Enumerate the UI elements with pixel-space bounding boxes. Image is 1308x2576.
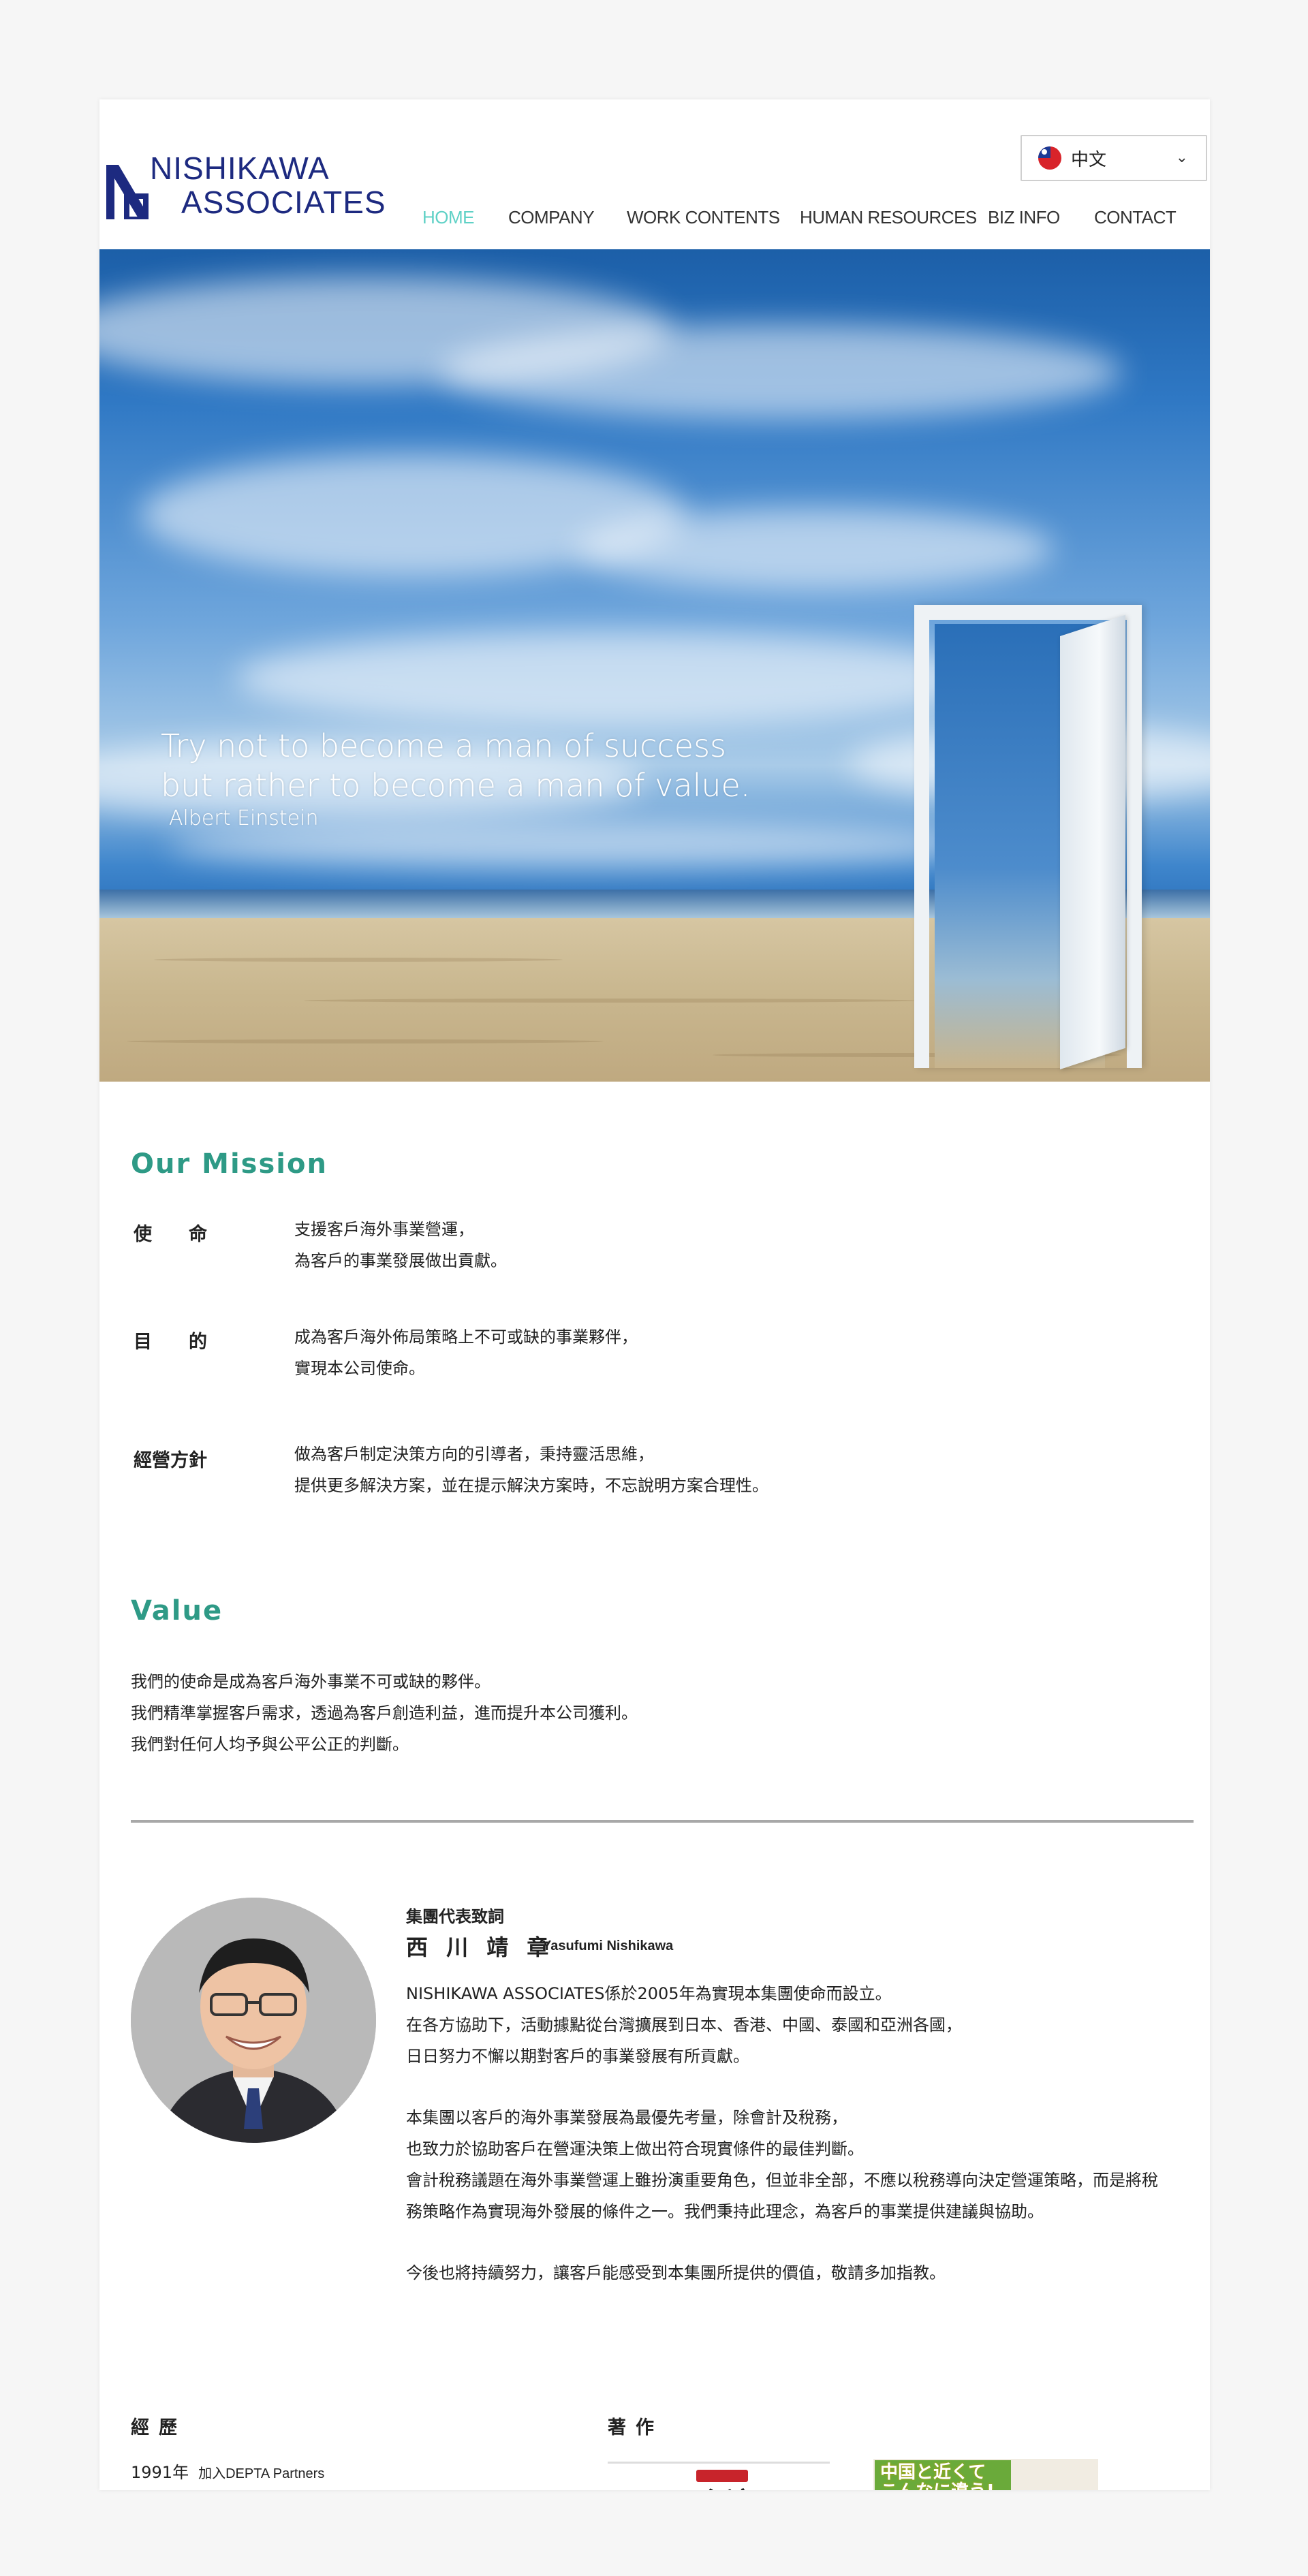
nav-home[interactable]: HOME — [422, 207, 475, 228]
message-line: 日日努力不懈以期對客戶的事業發展有所貢獻。 — [406, 2047, 749, 2066]
purpose-label: 目 的 — [134, 1332, 207, 1353]
message-line: 本集團以客戶的海外事業發展為最優先考量，除會計及稅務， — [406, 2108, 847, 2127]
mission-text: 支援客戶海外事業營運， 為客戶的事業發展做出貢獻。 — [294, 1214, 507, 1276]
quote-line1: Try not to become a man of success — [161, 727, 726, 764]
policy-text-line: 提供更多解決方案，並在提示解決方案時，不忘說明方案合理性。 — [294, 1476, 768, 1495]
history-year: 1991年 — [131, 2463, 189, 2482]
language-selector[interactable]: 中文 ⌄ — [1021, 135, 1207, 181]
book-cover-2-title-line: こんなに違う! — [880, 2482, 995, 2490]
history-item: 1991年 加入DEPTA Partners — [131, 2459, 324, 2483]
value-text: 我們的使命是成為客戶海外事業不可或缺的夥伴。 我們精準掌握客戶需求，透過為客戶創… — [131, 1666, 638, 1760]
mission-text-line: 為客戶的事業發展做出貢獻。 — [294, 1251, 507, 1270]
logo-text-line2: ASSOCIATES — [181, 185, 386, 220]
message-line: 在各方協助下，活動據點從台灣擴展到日本、香港、中國、泰國和亞洲各國， — [406, 2015, 962, 2035]
hero-banner: Try not to become a man of success but r… — [99, 249, 1210, 1082]
section-divider — [131, 1820, 1194, 1823]
value-text-line: 我們對任何人均予與公平公正的判斷。 — [131, 1735, 409, 1754]
book-cover-2-title-line: 中国と近くて — [880, 2462, 986, 2483]
chevron-down-icon: ⌄ — [1175, 148, 1188, 166]
person-portrait-icon — [131, 1898, 376, 2143]
value-heading: Value — [131, 1595, 223, 1627]
logo-text-line1: NISHIKAWA — [150, 151, 330, 186]
nav-contact[interactable]: CONTACT — [1094, 207, 1177, 228]
message-line: 務策略作為實現海外發展的條件之一。我們秉持此理念，為客戶的事業提供建議與協助。 — [406, 2202, 1044, 2221]
mission-text-line: 支援客戶海外事業營運， — [294, 1220, 474, 1239]
logo-mark-icon — [106, 165, 149, 219]
representative-message: NISHIKAWA ASSOCIATES係於2005年為實現本集團使命而設立。 … — [406, 1978, 1158, 2289]
cloud — [576, 508, 1053, 590]
cloud — [440, 324, 1121, 420]
sand-ridge — [154, 958, 563, 962]
nav-company[interactable]: COMPANY — [508, 207, 595, 228]
message-line: 今後也將持續努力，讓客戶能感受到本集團所提供的價值，敬請多加指教。 — [406, 2263, 946, 2282]
message-line: 會計稅務議題在海外事業營運上雖扮演重要角色，但並非全部，不應以稅務導向決定營運策… — [406, 2171, 1158, 2190]
hero-quote: Try not to become a man of success but r… — [161, 726, 750, 832]
history-heading: 經歷 — [131, 2417, 187, 2438]
cloud — [236, 631, 985, 726]
representative-name-en: Yasufumi Nishikawa — [542, 1938, 674, 1953]
policy-label: 經營方針 — [134, 1450, 207, 1471]
purpose-text-line: 實現本公司使命。 — [294, 1359, 425, 1378]
book-cover-1-title: 台湾 — [699, 2481, 753, 2490]
value-text-line: 我們精準掌握客戶需求，透過為客戶創造利益，進而提升本公司獲利。 — [131, 1703, 638, 1723]
policy-text-line: 做為客戶制定決策方向的引導者，秉持靈活思維， — [294, 1445, 654, 1464]
representative-title: 集團代表致詞 — [406, 1907, 504, 1926]
quote-author: Albert Einstein — [169, 806, 319, 830]
message-line: NISHIKAWA ASSOCIATES係於2005年為實現本集團使命而設立。 — [406, 1984, 892, 2003]
taiwan-flag-icon — [1038, 146, 1061, 170]
nav-biz-info[interactable]: BIZ INFO — [988, 207, 1060, 228]
sand-ridge — [304, 999, 917, 1003]
open-door — [1060, 614, 1125, 1069]
sand-ridge — [127, 1039, 604, 1043]
book-cover-2-title: 中国と近くて こんなに違う! — [880, 2463, 995, 2490]
nav-human-resources[interactable]: HUMAN RESOURCES — [800, 207, 977, 228]
language-selected-label: 中文 — [1071, 149, 1107, 170]
policy-text: 做為客戶制定決策方向的引導者，秉持靈活思維， 提供更多解決方案，並在提示解決方案… — [294, 1439, 768, 1501]
representative-avatar — [131, 1898, 376, 2143]
quote-line2: but rather to become a man of value. — [161, 767, 751, 804]
message-line: 也致力於協助客戶在營運決策上做出符合現實條件的最佳判斷。 — [406, 2139, 864, 2158]
nishikawa-logo[interactable]: NISHIKAWA ASSOCIATES — [106, 151, 386, 227]
purpose-text: 成為客戶海外佈局策略上不可或缺的事業夥伴， 實現本公司使命。 — [294, 1321, 638, 1384]
nav-work-contents[interactable]: WORK CONTENTS — [627, 207, 780, 228]
purpose-text-line: 成為客戶海外佈局策略上不可或缺的事業夥伴， — [294, 1328, 638, 1347]
mission-label: 使 命 — [134, 1224, 207, 1245]
history-text: 加入DEPTA Partners — [198, 2466, 325, 2481]
representative-name: 西 川 靖 章 — [406, 1934, 555, 1960]
works-heading: 著作 — [608, 2417, 664, 2438]
mission-heading: Our Mission — [131, 1148, 328, 1180]
page-container: NISHIKAWA ASSOCIATES 中文 ⌄ HOME COMPANY W… — [99, 99, 1210, 2490]
value-text-line: 我們的使命是成為客戶海外事業不可或缺的夥伴。 — [131, 1672, 490, 1691]
